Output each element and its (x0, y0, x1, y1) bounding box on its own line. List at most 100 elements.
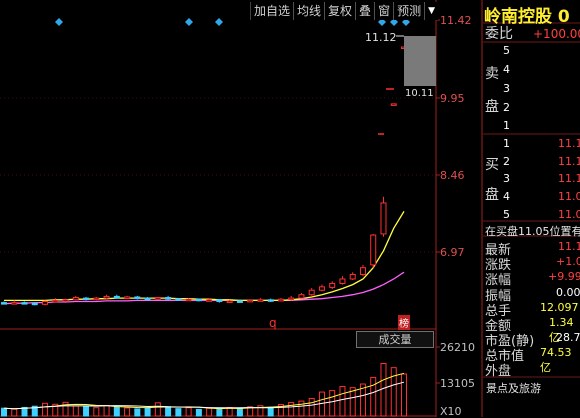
candle-body (216, 299, 223, 302)
ma-line-yellow (4, 211, 405, 302)
sell-label-2: 盘 (485, 99, 499, 115)
event-diamond-icon (55, 18, 63, 26)
candle-body (298, 294, 305, 299)
buy-level-2: 2 (503, 155, 510, 168)
buy-price-2: 11.1 (558, 155, 580, 168)
candle-body (339, 278, 346, 284)
volume-bar (380, 363, 387, 417)
buy-level-3: 3 (503, 172, 510, 185)
candle-body (103, 295, 110, 299)
buy-price-4: 11.0 (558, 190, 580, 203)
volume-bar (11, 408, 18, 417)
buy-level-4: 4 (503, 190, 510, 203)
volume-bar (206, 407, 213, 417)
candle-body (124, 296, 131, 299)
sell-level-2: 2 (503, 101, 510, 114)
price-tick-1: 11.42 (440, 14, 472, 27)
candle-body (195, 298, 202, 302)
sell-level-4: 4 (503, 63, 510, 76)
volume-bar (83, 405, 90, 417)
stock-title: 岭南控股 0 (484, 2, 570, 27)
quote-value-change: +1.0 (556, 255, 580, 268)
volume-bar (185, 407, 192, 417)
buy-label-2: 盘 (485, 187, 499, 203)
volume-bar (216, 408, 223, 417)
volume-bar (339, 385, 346, 417)
volume-multiplier: X10 (440, 405, 462, 418)
volume-bar (267, 406, 274, 417)
weibi-value: +100.00 (533, 27, 580, 41)
candle-body (257, 299, 264, 302)
quote-value-market-cap: 74.53亿 (540, 346, 572, 374)
industry-label[interactable]: 景点及旅游 (486, 380, 541, 396)
high-price-label: 11.12 (365, 31, 397, 44)
candle-body (349, 273, 356, 280)
buy-level-5: 5 (503, 208, 510, 221)
price-tick-4: 6.97 (440, 246, 465, 259)
event-diamond-icon (215, 18, 223, 26)
caret-down-icon[interactable]: ▼ (424, 2, 438, 20)
buy-level-1: 1 (503, 137, 510, 150)
volume-bar (93, 407, 100, 417)
candle-body (185, 298, 192, 302)
buy-label-1: 买 (485, 157, 499, 173)
event-diamond-icon (185, 18, 193, 26)
candle-body (83, 297, 90, 301)
price-tick-3: 8.46 (440, 169, 465, 182)
volume-bar (401, 373, 407, 417)
adjust-price-button[interactable]: 复权 (324, 2, 355, 20)
price-tick-2: 9.95 (440, 92, 465, 105)
candle-body (308, 289, 315, 296)
candle-body (329, 282, 336, 288)
quote-value-latest: 11.1 (558, 240, 580, 253)
volume-bar (236, 407, 243, 417)
forecast-box (404, 36, 436, 86)
candle-body (93, 297, 100, 301)
volume-indicator-selector[interactable]: 成交量 (356, 331, 434, 348)
volume-bar (154, 402, 161, 417)
candle-body (42, 300, 49, 305)
list-badge-icon[interactable]: 榜 (398, 315, 410, 330)
forecast-button[interactable]: 预测 (393, 2, 424, 20)
overlay-button[interactable]: 叠 (355, 2, 374, 20)
candle-body (380, 202, 387, 235)
volume-bar (298, 400, 305, 417)
volume-bar (195, 408, 202, 417)
candle-body (144, 297, 151, 301)
buy-price-3: 11.1 (558, 172, 580, 185)
candle-body (359, 267, 366, 275)
volume-bar (288, 402, 295, 417)
stock-name: 岭南控股 (484, 7, 552, 27)
volume-bar (124, 407, 131, 417)
volume-bar (390, 367, 397, 417)
quote-value-volume: 12.097 (540, 301, 579, 314)
candle-body (62, 299, 69, 302)
candle-body (390, 103, 397, 106)
candle-body (236, 300, 243, 303)
order-note: 在买盘11.05位置有 (485, 225, 580, 238)
volume-tick-2: 13105 (440, 377, 475, 390)
candle-body (288, 297, 295, 301)
candle-body (21, 302, 28, 305)
sell-level-5: 5 (503, 44, 510, 57)
candle-body (11, 302, 18, 305)
candle-body (175, 298, 182, 301)
volume-bar (1, 407, 7, 417)
candle-body (370, 234, 377, 266)
add-watchlist-button[interactable]: 加自选 (250, 2, 293, 20)
volume-bar (175, 408, 182, 417)
quote-value-pe: 28.7 (556, 331, 580, 344)
weibi-label: 委比 (485, 26, 513, 42)
candle-body (277, 298, 284, 302)
candle-body (72, 297, 79, 301)
candle-body (1, 302, 7, 305)
volume-bar (42, 402, 49, 417)
quote-value-change-pct: +9.99 (548, 270, 580, 283)
candle-body (113, 295, 120, 299)
candle-body (206, 299, 213, 302)
quote-value-amplitude: 0.00 (556, 286, 580, 299)
candle-body (318, 286, 325, 291)
buy-price-5: 11.0 (558, 208, 580, 221)
window-button[interactable]: 窗 (374, 2, 393, 20)
moving-average-button[interactable]: 均线 (293, 2, 324, 20)
